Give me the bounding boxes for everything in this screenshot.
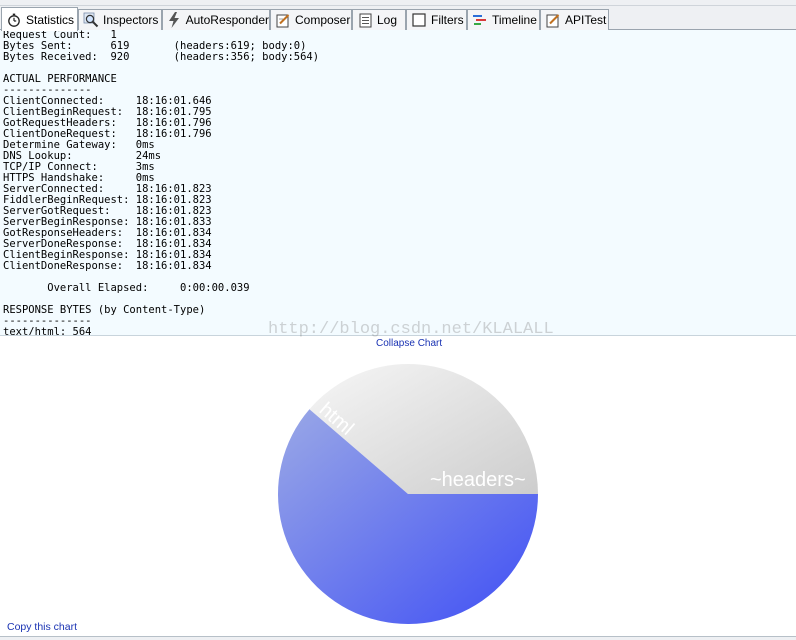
tab-bar: Statistics Inspectors AutoResponder Comp… [0,6,796,31]
tab-label: Composer [295,13,351,27]
tab-label: Timeline [492,13,537,27]
statistics-text-panel[interactable]: Request Count: 1 Bytes Sent: 619 (header… [0,30,796,335]
log-icon [357,12,373,28]
tab-filters[interactable]: Filters [406,9,467,30]
tab-autoresponder[interactable]: AutoResponder [162,9,270,30]
content-type-pie-chart: ~headers~ html [278,364,538,624]
statistics-text: Request Count: 1 Bytes Sent: 619 (header… [3,30,320,335]
lightning-icon [167,12,182,28]
stopwatch-icon [6,12,22,28]
copy-chart-link[interactable]: Copy this chart [7,621,77,633]
tab-composer[interactable]: Composer [270,9,352,30]
compose-icon [275,12,291,28]
tab-label: Inspectors [103,13,159,27]
magnifier-icon [83,12,99,28]
tab-label: APITest [565,13,607,27]
status-strip [0,636,796,640]
pie-label-headers: ~headers~ [430,469,526,491]
tab-log[interactable]: Log [352,9,406,30]
tab-label: Log [377,13,398,27]
edit-icon [545,12,561,28]
collapse-chart-link[interactable]: Collapse Chart [376,338,442,349]
tab-label: Statistics [26,12,75,27]
panel-divider [0,335,796,336]
tab-label: Filters [431,13,464,27]
tab-label: AutoResponder [185,13,269,27]
tab-statistics[interactable]: Statistics [1,7,78,31]
tab-apitest[interactable]: APITest [540,9,609,30]
tab-inspectors[interactable]: Inspectors [78,9,162,30]
tab-timeline[interactable]: Timeline [467,9,540,30]
checkbox-icon [411,12,427,28]
timeline-icon [472,12,488,28]
